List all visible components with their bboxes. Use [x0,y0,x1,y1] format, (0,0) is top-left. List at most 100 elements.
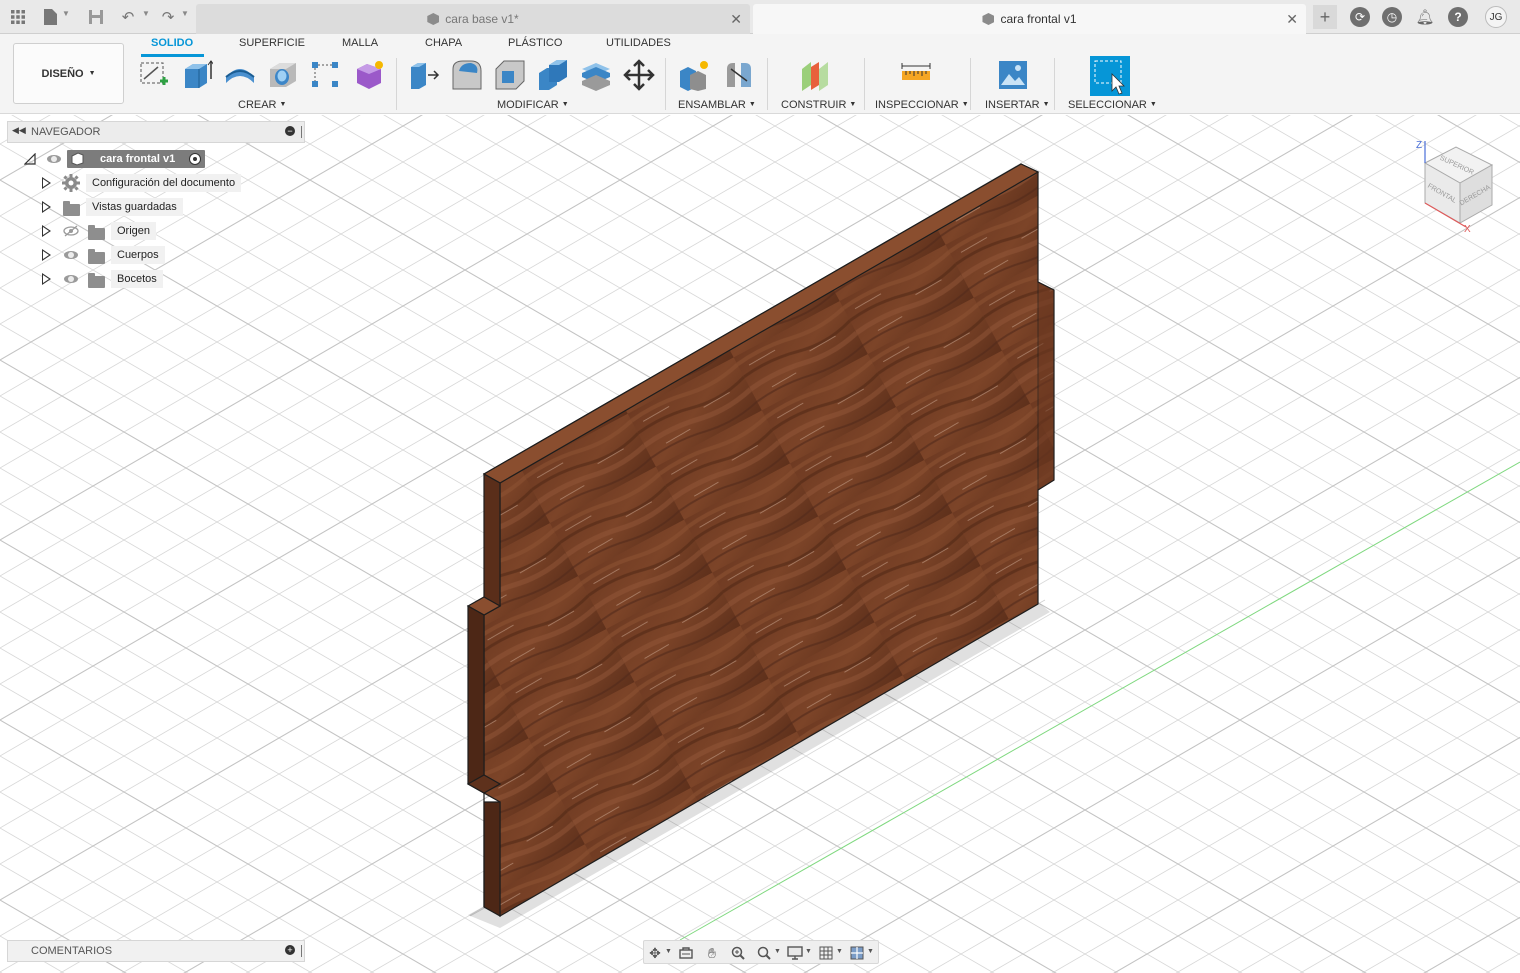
browser-item-configuracion[interactable]: Configuración del documento [38,173,248,193]
display-caret-icon[interactable]: ▼ [805,948,812,955]
close-tab-icon[interactable]: ✕ [1286,11,1298,28]
shell-icon[interactable] [580,59,612,91]
3d-viewport[interactable]: SUPERIOR FRONTAL DERECHA Z X [0,115,1520,973]
group-insertar[interactable]: INSERTAR ▼ [985,99,1050,111]
expand-triangle-icon[interactable] [42,273,51,285]
insert-image-icon[interactable] [997,59,1029,91]
wood-panel-left-edge-upper[interactable] [483,472,501,617]
expand-triangle-icon[interactable] [42,225,51,237]
tab-malla[interactable]: MALLA [342,37,378,49]
close-tab-icon[interactable]: ✕ [730,11,742,28]
file-icon[interactable] [40,7,60,27]
tab-superficie[interactable]: SUPERFICIE [239,37,305,49]
viewports-icon[interactable] [848,944,866,962]
browser-item-label: Vistas guardadas [86,198,183,216]
pan-hand-icon[interactable]: ✋︎ [703,944,721,962]
navigator-title: NAVEGADOR [31,126,101,138]
move-copy-icon[interactable] [623,59,655,91]
group-crear[interactable]: CREAR ▼ [238,99,286,111]
tab-chapa[interactable]: CHAPA [425,37,462,49]
group-modificar[interactable]: MODIFICAR ▼ [497,99,569,111]
combine-icon[interactable] [537,59,569,91]
create-form-icon[interactable] [353,59,385,91]
minimize-panel-icon[interactable]: − [285,126,295,136]
ribbon-toolbar: DISEÑO ▼ SOLIDO SUPERFICIE MALLA CHAPA P… [0,34,1520,114]
press-pull-icon[interactable] [408,59,440,91]
new-tab-plus-icon[interactable]: + [1313,5,1337,29]
browser-root-row[interactable]: cara frontal v1 [20,149,220,169]
document-icon [427,13,440,25]
look-at-icon[interactable] [677,944,695,962]
save-icon[interactable] [86,7,106,27]
undo-icon[interactable]: ↶ [118,7,138,27]
wood-panel-left-edge-lower[interactable] [483,801,501,918]
chevron-down-icon: ▼ [1149,101,1157,108]
axis-x-label: X [1464,224,1471,235]
visibility-eye-icon[interactable] [64,251,78,259]
orbit-icon[interactable]: ✥ [646,944,664,962]
group-seleccionar[interactable]: SELECCIONAR ▼ [1068,99,1157,111]
comments-panel-header[interactable]: COMENTARIOS + [7,940,305,962]
redo-icon[interactable]: ↷ [158,7,178,27]
browser-panel-header: ◀◀ NAVEGADOR − [7,121,305,143]
display-settings-icon[interactable] [786,944,804,962]
group-inspeccionar[interactable]: INSPECCIONAR ▼ [875,99,969,111]
viewcube[interactable]: SUPERIOR FRONTAL DERECHA Z X [1408,135,1508,235]
job-status-clock-icon[interactable]: ◷ [1382,7,1402,27]
offset-plane-icon[interactable] [799,59,831,91]
zoom-caret-icon[interactable]: ▼ [774,948,781,955]
notifications-bell-icon[interactable]: 🔔︎ [1415,7,1435,27]
tab-cara-base[interactable]: cara base v1* ✕ [196,4,750,34]
undo-caret-icon[interactable]: ▼ [142,9,150,18]
chevron-down-icon: ▼ [1042,101,1050,108]
expanded-triangle-icon[interactable] [24,153,36,165]
orbit-caret-icon[interactable]: ▼ [665,948,672,955]
expand-triangle-icon[interactable] [42,177,51,189]
tab-plastico[interactable]: PLÁSTICO [508,37,562,49]
create-sketch-icon[interactable] [138,59,170,91]
workspace-switcher-button[interactable]: DISEÑO ▼ [13,43,124,104]
measure-icon[interactable] [900,59,932,91]
fit-zoom-icon[interactable] [755,944,773,962]
redo-caret-icon[interactable]: ▼ [181,9,189,18]
new-component-icon[interactable] [678,59,710,91]
fillet-icon[interactable] [451,59,483,91]
browser-item-origen[interactable]: Origen [38,221,248,241]
revolve-icon[interactable] [224,59,256,91]
visibility-eye-icon[interactable] [64,275,78,283]
panel-resize-handle[interactable] [301,945,302,957]
viewports-caret-icon[interactable]: ▼ [867,948,874,955]
joint-icon[interactable] [723,59,755,91]
extrude-icon[interactable] [181,59,213,91]
collapse-panel-icon[interactable]: ◀◀ [12,125,26,136]
visibility-eye-icon[interactable] [47,155,61,163]
expand-triangle-icon[interactable] [42,249,51,261]
grid-caret-icon[interactable]: ▼ [836,948,843,955]
chamfer-icon[interactable] [494,59,526,91]
select-icon[interactable] [1090,56,1130,96]
group-construir[interactable]: CONSTRUIR ▼ [781,99,856,111]
tab-solido[interactable]: SOLIDO [151,37,193,49]
file-menu-caret-icon[interactable]: ▼ [62,9,70,18]
group-ensamblar[interactable]: ENSAMBLAR ▼ [678,99,756,111]
browser-item-cuerpos[interactable]: Cuerpos [38,245,248,265]
browser-item-bocetos[interactable]: Bocetos [38,269,248,289]
zoom-icon[interactable] [729,944,747,962]
tab-cara-frontal[interactable]: cara frontal v1 ✕ [753,4,1306,34]
expand-triangle-icon[interactable] [42,201,51,213]
wood-panel-tab-side[interactable] [467,604,485,795]
group-label: ENSAMBLAR [678,99,746,111]
pattern-icon[interactable] [310,59,342,91]
tab-utilidades[interactable]: UTILIDADES [606,37,671,49]
help-icon[interactable]: ? [1448,7,1468,27]
hole-icon[interactable] [267,59,299,91]
add-comment-icon[interactable]: + [285,945,295,955]
grid-settings-icon[interactable] [817,944,835,962]
hidden-eye-icon[interactable] [63,225,79,237]
browser-item-vistas[interactable]: Vistas guardadas [38,197,248,217]
user-avatar[interactable]: JG [1485,6,1507,28]
wood-panel-right-tab[interactable] [1037,281,1055,491]
app-grid-icon[interactable] [8,7,28,27]
extensions-icon[interactable]: ⟳ [1350,7,1370,27]
panel-resize-handle[interactable] [301,126,302,138]
